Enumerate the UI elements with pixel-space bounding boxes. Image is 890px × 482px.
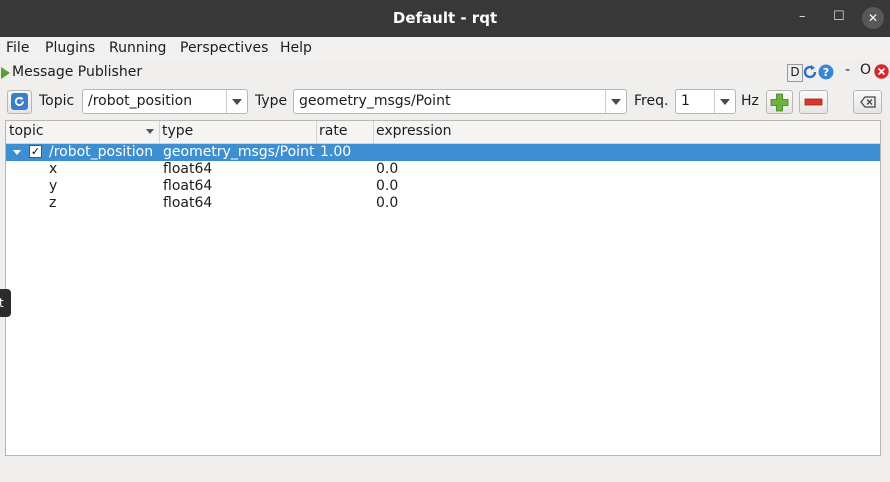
type-value: geometry_msgs/Point [299, 93, 451, 109]
row-expression[interactable]: 0.0 [376, 161, 398, 178]
close-button[interactable]: ✕ [862, 7, 884, 29]
freq-combobox[interactable]: 1 [675, 89, 736, 114]
minus-icon [804, 98, 823, 106]
row-rate[interactable]: 1.00 [320, 144, 351, 161]
freq-label: Freq. [634, 93, 669, 109]
publisher-tree[interactable]: topic type rate expression ✓ /robot_posi… [5, 120, 881, 456]
row-topic: x [49, 161, 58, 177]
reload-icon[interactable] [802, 64, 818, 80]
row-type: geometry_msgs/Point [163, 144, 315, 160]
freq-value: 1 [681, 93, 690, 109]
topic-combobox[interactable]: /robot_position [82, 89, 248, 114]
menu-bar: File Plugins Running Perspectives Help [0, 37, 890, 59]
column-type[interactable]: type [162, 123, 193, 139]
expand-arrow-icon[interactable] [13, 150, 21, 155]
row-topic: /robot_position [49, 144, 154, 160]
type-label: Type [255, 93, 288, 109]
clear-button[interactable] [853, 90, 882, 114]
status-bar [0, 460, 890, 482]
tree-header: topic type rate expression [6, 121, 880, 144]
row-topic: z [49, 195, 57, 211]
chevron-down-icon[interactable] [714, 90, 735, 113]
row-type: float64 [163, 195, 213, 211]
chevron-down-icon[interactable] [226, 90, 247, 113]
add-publisher-button[interactable] [766, 90, 793, 114]
row-topic: y [49, 178, 58, 194]
enable-checkbox[interactable]: ✓ [29, 145, 42, 158]
remove-publisher-button[interactable] [799, 90, 828, 114]
svg-text:?: ? [823, 66, 829, 79]
menu-perspectives[interactable]: Perspectives [180, 40, 268, 56]
column-rate[interactable]: rate [319, 123, 347, 139]
menu-file[interactable]: File [6, 40, 29, 56]
row-expression[interactable]: 0.0 [376, 178, 398, 195]
plus-icon [770, 93, 789, 112]
row-type: float64 [163, 161, 213, 177]
plugin-title-bar: Message Publisher [0, 62, 890, 84]
topic-value: /robot_position [88, 93, 193, 109]
menu-running[interactable]: Running [109, 40, 166, 56]
minimize-button[interactable]: – [799, 9, 806, 24]
window-titlebar: Default - rqt – ☐ ✕ [0, 0, 890, 37]
maximize-button[interactable]: ☐ [833, 9, 845, 24]
type-combobox[interactable]: geometry_msgs/Point [293, 89, 627, 114]
row-expression[interactable]: 0.0 [376, 195, 398, 212]
chevron-down-icon[interactable] [605, 90, 626, 113]
window-title: Default - rqt [392, 9, 498, 27]
sort-indicator-icon [146, 129, 154, 134]
topic-label: Topic [39, 93, 75, 109]
table-row[interactable]: z float64 0.0 [6, 195, 880, 212]
close-plugin-icon[interactable] [874, 64, 889, 80]
publisher-toolbar: Topic /robot_position Type geometry_msgs… [0, 88, 890, 116]
dock-button[interactable]: D [787, 64, 803, 82]
side-tab[interactable]: t [0, 289, 11, 317]
refresh-button[interactable] [7, 90, 32, 114]
row-type: float64 [163, 178, 213, 194]
options-button[interactable]: O [860, 62, 871, 78]
clear-icon [860, 96, 876, 108]
plugin-title: Message Publisher [12, 64, 143, 80]
minimize-plugin-button[interactable]: - [845, 62, 850, 78]
help-icon[interactable]: ? [818, 64, 834, 80]
plugin-arrow-icon [1, 67, 10, 79]
menu-plugins[interactable]: Plugins [45, 40, 95, 56]
table-row-robot-position[interactable]: ✓ /robot_position geometry_msgs/Point 1.… [6, 144, 880, 161]
column-expression[interactable]: expression [376, 123, 452, 139]
column-topic[interactable]: topic [9, 123, 44, 139]
hz-label: Hz [741, 93, 759, 109]
menu-help[interactable]: Help [280, 40, 312, 56]
refresh-icon [11, 93, 28, 110]
table-row[interactable]: y float64 0.0 [6, 178, 880, 195]
table-row[interactable]: x float64 0.0 [6, 161, 880, 178]
